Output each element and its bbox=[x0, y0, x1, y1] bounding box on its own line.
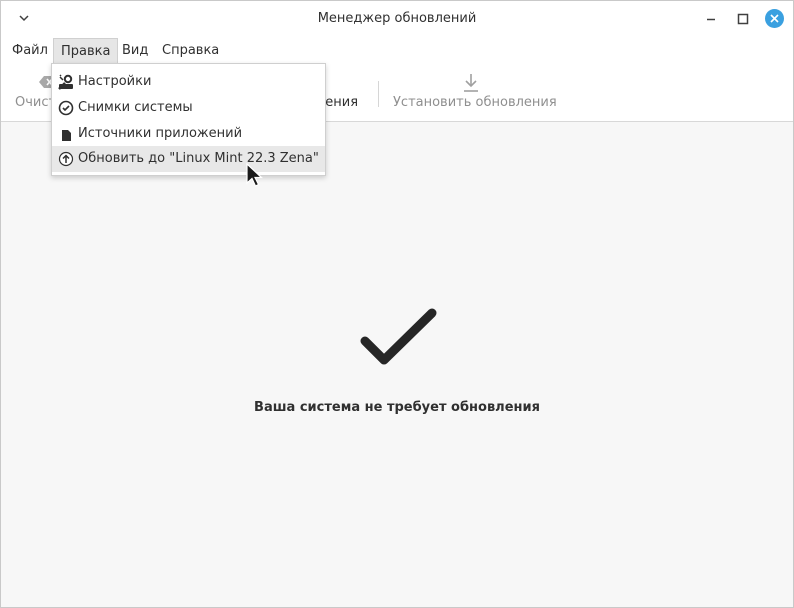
minimize-icon[interactable] bbox=[701, 9, 721, 29]
menu-item-label: Обновить до "Linux Mint 22.3 Zena" bbox=[78, 151, 319, 166]
menu-item-label: Настройки bbox=[78, 74, 152, 89]
menu-item-label: Снимки системы bbox=[78, 100, 193, 115]
mouse-pointer-icon bbox=[245, 162, 265, 189]
upgrade-arrow-icon bbox=[58, 151, 74, 167]
status-message: Ваша система не требует обновления bbox=[254, 400, 540, 415]
toolbar-separator bbox=[378, 81, 379, 107]
download-icon bbox=[463, 73, 479, 93]
install-updates-label: Установить обновления bbox=[393, 95, 557, 110]
menu-help[interactable]: Справка bbox=[155, 38, 226, 65]
package-icon bbox=[58, 126, 74, 142]
maximize-icon[interactable] bbox=[733, 9, 753, 29]
install-updates-button[interactable]: Установить обновления bbox=[393, 65, 557, 121]
menu-item-label: Источники приложений bbox=[78, 126, 243, 141]
menu-view[interactable]: Вид bbox=[115, 38, 155, 65]
menu-item-software-sources[interactable]: Источники приложений bbox=[52, 121, 325, 147]
titlebar: Менеджер обновлений bbox=[1, 1, 793, 37]
menu-item-upgrade-mint[interactable]: Обновить до "Linux Mint 22.3 Zena" bbox=[52, 146, 325, 172]
edit-menu-dropdown: Настройки Снимки системы Источники прило… bbox=[51, 63, 326, 176]
menu-file[interactable]: Файл bbox=[5, 38, 55, 65]
menu-item-system-snapshots[interactable]: Снимки системы bbox=[52, 95, 325, 121]
checkmark-icon bbox=[359, 308, 439, 372]
menu-edit[interactable]: Правка bbox=[53, 38, 119, 65]
window-title: Менеджер обновлений bbox=[317, 11, 477, 26]
main-content: Ваша система не требует обновления bbox=[1, 123, 793, 607]
close-icon[interactable] bbox=[765, 9, 784, 28]
menubar: Файл Правка Вид Справка bbox=[1, 38, 793, 65]
clear-label: Очист bbox=[15, 95, 57, 110]
clock-icon bbox=[58, 100, 74, 116]
preferences-icon bbox=[58, 74, 74, 90]
menu-item-preferences[interactable]: Настройки bbox=[52, 69, 325, 95]
